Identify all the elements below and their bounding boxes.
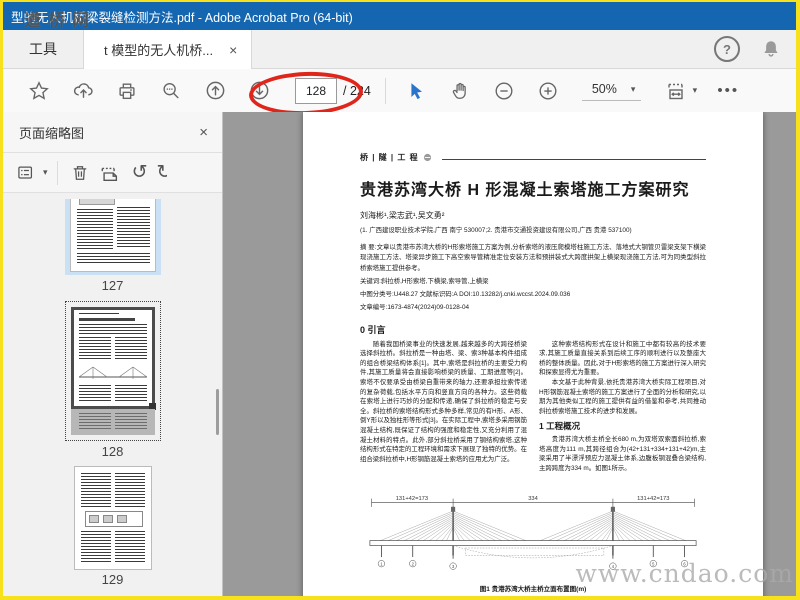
- panel-divider: [56, 160, 58, 185]
- svg-text:3: 3: [452, 563, 455, 568]
- delete-pages-icon[interactable]: [67, 160, 93, 186]
- thumbnail-127-label: 127: [101, 278, 124, 293]
- paper-clc-line: 中图分类号:U448.27 文献标识码:A DOI:10.13282/j.cnk…: [360, 291, 571, 298]
- title-bar: 型的无人机桥梁裂缝检测方法.pdf - Adobe Acrobat Pro (6…: [3, 2, 796, 30]
- section-1-heading: 1 工程概况: [539, 421, 581, 432]
- acrobat-window: 型的无人机桥梁裂缝检测方法.pdf - Adobe Acrobat Pro (6…: [3, 2, 796, 596]
- fit-width-icon[interactable]: ▾: [663, 79, 697, 103]
- section-0-heading: 0 引言: [360, 324, 386, 335]
- zoom-level-select[interactable]: 50% ▾: [581, 80, 642, 101]
- thumbnail-128-label: 128: [101, 444, 124, 459]
- thumbnail-options-icon[interactable]: [13, 160, 39, 186]
- thumbnail-list: 127 128 129: [3, 193, 222, 596]
- rotate-counterclockwise-icon[interactable]: ↺: [127, 160, 153, 186]
- svg-text:131+42=173: 131+42=173: [396, 496, 428, 502]
- svg-text:1: 1: [380, 561, 383, 566]
- paper-keywords: 关键词:斜拉桥,H形索塔,下横梁,索导管,上横梁: [360, 277, 489, 285]
- select-cursor-icon[interactable]: [404, 79, 428, 103]
- bridge-elevation-diagram: 131+42=173 334 131+42=173 1 2 3 4 5 6: [369, 496, 697, 570]
- journal-header: 桥 | 隧 | 工 程: [360, 152, 706, 163]
- toolbar-divider: [384, 77, 386, 104]
- svg-text:4: 4: [612, 563, 615, 568]
- svg-text:131+42=173: 131+42=173: [637, 496, 669, 502]
- crop-pages-icon[interactable]: [97, 160, 123, 186]
- thumbnail-129-label: 129: [101, 572, 124, 587]
- thumbnail-page-129[interactable]: 129: [3, 467, 222, 587]
- help-icon[interactable]: ?: [714, 36, 740, 62]
- zoom-level-value: 50%: [591, 82, 617, 96]
- journal-logo-icon: [423, 153, 431, 162]
- figure-1: 131+42=173 334 131+42=173 1 2 3 4 5 6 图1…: [360, 492, 706, 593]
- print-icon[interactable]: [115, 79, 139, 103]
- tab-document[interactable]: t 模型的无人机桥... ×: [83, 30, 253, 69]
- tab-tools-label: 工具: [29, 41, 57, 57]
- paper-title: 贵港苏湾大桥 H 形混凝土索塔施工方案研究: [360, 182, 690, 199]
- thumbnail-page-128[interactable]: 128: [3, 301, 222, 459]
- favorite-star-icon[interactable]: [27, 79, 51, 103]
- thumbnail-page-127[interactable]: 127: [3, 199, 222, 293]
- panel-close-icon[interactable]: ×: [199, 124, 208, 141]
- panel-toolbar: ▾ ↺ ↻: [3, 153, 222, 193]
- paper-article-number: 文章编号:1673-4874(2024)09-0128-04: [360, 304, 470, 312]
- paper-affiliation: (1. 广西建设职业技术学院,广西 南宁 530007;2. 贵港市交通投资建设…: [360, 227, 632, 234]
- share-upload-icon[interactable]: [71, 79, 95, 103]
- section-1-paragraph: 贵港苏湾大桥主桥全长680 m,为双塔双索面斜拉桥,索塔高度为111 m,其跨径…: [539, 436, 706, 472]
- zoom-in-icon[interactable]: [536, 79, 560, 103]
- thumbnail-129-preview: [74, 467, 151, 569]
- right-paragraph-1: 这种索塔结构形式在设计和施工中都有较高的技术要求,其施工质量直接关系到后续工序的…: [539, 340, 706, 377]
- search-icon[interactable]: [159, 79, 183, 103]
- body-columns: 随着我国桥梁事业的快速发展,越来越多的大跨径桥梁选择斜拉桥。斜拉桥是一种由塔、梁…: [360, 340, 706, 486]
- content-area: 页面缩略图 × ▾ ↺ 127 128 129 桥 | 隧 | 工 程 贵港苏湾…: [3, 112, 796, 596]
- rotate-clockwise-icon[interactable]: ↻: [157, 163, 167, 182]
- chevron-down-icon: ▾: [43, 167, 48, 177]
- tab-bar: 工具 t 模型的无人机桥... × ?: [3, 30, 796, 69]
- main-toolbar: / 224 50% ▾ ▾ •••: [3, 69, 796, 117]
- page-total-label: / 224: [343, 83, 371, 98]
- thumbnail-127-preview: [70, 199, 155, 271]
- chevron-down-icon: ▾: [630, 83, 636, 94]
- page-thumbnails-panel: 页面缩略图 × ▾ ↺ 127 128 129: [3, 112, 223, 596]
- tabbar-right: ?: [714, 30, 796, 68]
- thumbnail-128-viewbox[interactable]: [70, 307, 156, 410]
- previous-page-icon[interactable]: [203, 79, 227, 103]
- panel-scrollbar[interactable]: [216, 389, 219, 435]
- chevron-down-icon: ▾: [692, 85, 698, 95]
- next-page-icon[interactable]: [247, 79, 271, 103]
- window-title: 型的无人机桥梁裂缝检测方法.pdf - Adobe Acrobat Pro (6…: [11, 10, 353, 25]
- body-column-right: 这种索塔结构形式在设计和施工中都有较高的技术要求,其施工质量直接关系到后续工序的…: [539, 340, 706, 486]
- zoom-out-icon[interactable]: [492, 79, 516, 103]
- figure-1-caption: 图1 贵港苏湾大桥主桥立面布置图(m): [479, 585, 587, 593]
- tab-close-icon[interactable]: ×: [229, 42, 237, 58]
- right-paragraph-2: 本文基于此种背景,依托贵港苏湾大桥实际工程项目,对H形钢筋混凝土索塔的施工方案进…: [539, 378, 706, 415]
- hand-tool-icon[interactable]: [448, 79, 472, 103]
- page-number-input[interactable]: [295, 77, 337, 104]
- tab-tools[interactable]: 工具: [3, 30, 83, 68]
- paper-authors: 刘海彬¹,梁志武¹,吴文勇²: [360, 211, 445, 220]
- journal-header-text: 桥 | 隧 | 工 程: [360, 153, 419, 162]
- panel-title: 页面缩略图: [19, 125, 85, 141]
- tab-document-label: t 模型的无人机桥...: [104, 43, 214, 58]
- svg-text:2: 2: [412, 561, 415, 566]
- intro-paragraph: 随着我国桥梁事业的快速发展,越来越多的大跨径桥梁选择斜拉桥。斜拉桥是一种由塔、梁…: [360, 340, 527, 463]
- svg-text:334: 334: [528, 496, 538, 502]
- paper-abstract: 摘 要:文章以贵港市苏湾大桥的H形索塔施工方案为例,分析索塔的液压爬模塔柱施工方…: [360, 244, 706, 272]
- notification-bell-icon[interactable]: [760, 38, 782, 60]
- svg-text:6: 6: [683, 561, 686, 566]
- document-pane: 桥 | 隧 | 工 程 贵港苏湾大桥 H 形混凝土索塔施工方案研究 刘海彬¹,梁…: [223, 112, 796, 596]
- svg-text:5: 5: [652, 561, 655, 566]
- pdf-page: 桥 | 隧 | 工 程 贵港苏湾大桥 H 形混凝土索塔施工方案研究 刘海彬¹,梁…: [303, 112, 763, 596]
- thumbnail-128-preview: [70, 307, 156, 435]
- body-column-left: 随着我国桥梁事业的快速发展,越来越多的大跨径桥梁选择斜拉桥。斜拉桥是一种由塔、梁…: [360, 340, 527, 486]
- more-tools-icon[interactable]: •••: [717, 82, 739, 99]
- page-navigation: / 224: [295, 77, 371, 104]
